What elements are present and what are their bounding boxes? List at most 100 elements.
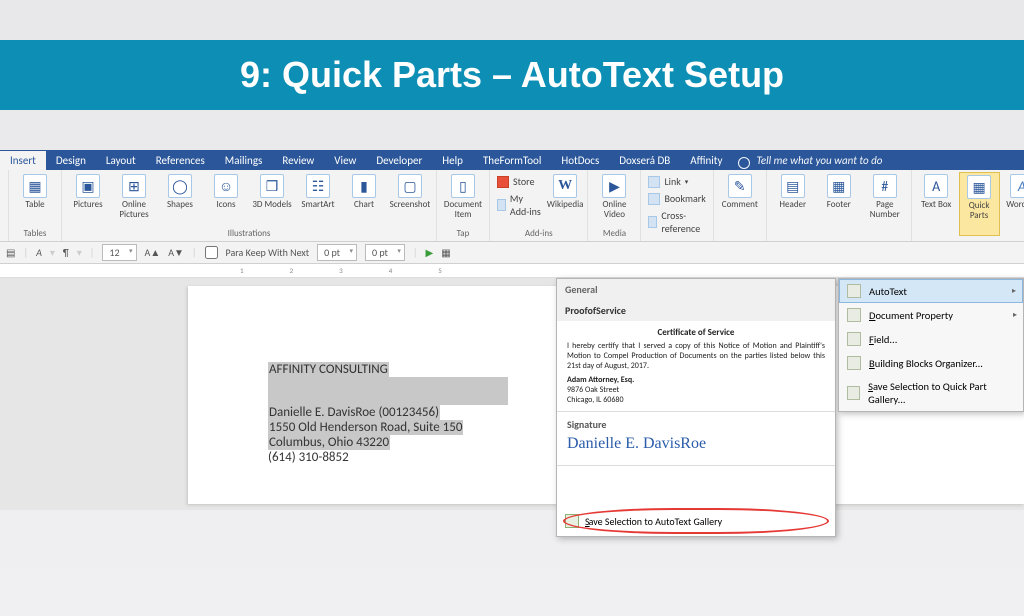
- play-icon[interactable]: ▶: [426, 246, 434, 259]
- gallery-preview-signature[interactable]: Signature Danielle E. DavisRoe: [557, 412, 835, 466]
- shapes-button[interactable]: ◯Shapes: [158, 172, 202, 228]
- font-up-icon[interactable]: A▲: [145, 246, 161, 259]
- tab-view[interactable]: View: [324, 151, 366, 170]
- smartart-button[interactable]: ☷SmartArt: [296, 172, 340, 228]
- bookmark-icon: [648, 193, 660, 205]
- tab-references[interactable]: References: [146, 151, 215, 170]
- shapes-icon: ◯: [168, 174, 192, 198]
- chart-button[interactable]: ▮Chart: [342, 172, 386, 228]
- online-pictures-icon: ⊞: [122, 174, 146, 198]
- crossref-icon: [648, 216, 657, 228]
- group-label-addins: Add-ins: [494, 228, 583, 241]
- header-button[interactable]: ▤Header: [771, 172, 815, 228]
- comment-icon: ✎: [728, 174, 752, 198]
- cos-title: Certificate of Service: [567, 327, 825, 338]
- tab-doxsera[interactable]: Doxserá DB: [609, 151, 680, 170]
- saveqp-icon: [847, 386, 860, 400]
- qat-icon[interactable]: ▤: [6, 246, 15, 259]
- crossref-button[interactable]: Cross-reference: [645, 208, 708, 236]
- tab-affinity[interactable]: Affinity: [680, 151, 732, 170]
- link-button[interactable]: Link ▾: [645, 174, 708, 189]
- autotext-icon: [847, 284, 861, 298]
- ribbon-body: ▦Table Tables ▣Pictures ⊞Online Pictures…: [0, 170, 1024, 242]
- bbo-icon: [847, 356, 861, 370]
- footer-button[interactable]: ▦Footer: [817, 172, 861, 228]
- doc-line-5: (614) 310-8852: [268, 450, 349, 465]
- field-icon: [847, 332, 861, 346]
- document-item-button[interactable]: ▯Document Item: [441, 172, 485, 228]
- menu-document-property[interactable]: Document Property▸: [839, 303, 1023, 327]
- tab-layout[interactable]: Layout: [96, 151, 146, 170]
- font-dn-icon[interactable]: A▼: [168, 246, 184, 259]
- quickparts-submenu: AutoText▸ Document Property▸ Field... Bu…: [838, 278, 1024, 412]
- pagenum-icon: #: [873, 174, 897, 198]
- wikipedia-button[interactable]: WWikipedia: [547, 172, 584, 228]
- tab-insert[interactable]: Insert: [0, 151, 46, 170]
- menu-field[interactable]: Field...: [839, 327, 1023, 351]
- comment-button[interactable]: ✎Comment: [718, 172, 762, 228]
- group-label-links: [645, 236, 708, 249]
- group-label-tables: Tables: [13, 228, 57, 241]
- save-to-autotext-gallery[interactable]: Save Selection to AutoText Gallery: [557, 506, 835, 536]
- misc-icon[interactable]: ▦: [441, 246, 450, 259]
- icons-button[interactable]: ☺Icons: [204, 172, 248, 228]
- online-video-button[interactable]: ▶Online Video: [592, 172, 636, 228]
- menu-building-blocks[interactable]: Building Blocks Organizer...: [839, 351, 1023, 375]
- tab-help[interactable]: Help: [432, 151, 473, 170]
- cos-atty3: Chicago, IL 60680: [567, 395, 825, 405]
- 3d-models-button[interactable]: ❒3D Models: [250, 172, 294, 228]
- pictures-button[interactable]: ▣Pictures: [66, 172, 110, 228]
- doc-line-4: Columbus, Ohio 43220: [268, 435, 390, 450]
- tell-me-search[interactable]: Tell me what you want to do: [732, 154, 1024, 167]
- word-screenshot: Insert Design Layout References Mailings…: [0, 150, 1024, 510]
- quick-parts-button[interactable]: ▦Quick Parts: [959, 172, 1000, 236]
- save-autotext-label: ave Selection to AutoText Gallery: [589, 515, 723, 528]
- menu-autotext[interactable]: AutoText▸: [839, 279, 1023, 303]
- store-icon: [497, 176, 509, 188]
- doc-line-3: 1550 Old Henderson Road, Suite 150: [268, 420, 463, 435]
- group-label-media: Media: [592, 228, 636, 241]
- addins-icon: [497, 199, 506, 211]
- table-button[interactable]: ▦Table: [13, 172, 57, 228]
- ribbon-tabs: Insert Design Layout References Mailings…: [0, 150, 1024, 170]
- pictures-icon: ▣: [76, 174, 100, 198]
- screenshot-button[interactable]: ▢Screenshot: [388, 172, 432, 228]
- tab-theformtool[interactable]: TheFormTool: [473, 151, 551, 170]
- cos-atty2: 9876 Oak Street: [567, 385, 825, 395]
- signature-label: Signature: [567, 418, 825, 431]
- group-label-hf: [771, 228, 907, 241]
- font-size-spinner[interactable]: 12: [102, 244, 136, 261]
- italic-icon[interactable]: A: [36, 246, 42, 259]
- my-addins-button[interactable]: My Add-ins: [494, 191, 545, 219]
- tab-design[interactable]: Design: [46, 151, 96, 170]
- gallery-header-proof[interactable]: ProofofService: [557, 300, 835, 321]
- icons-icon: ☺: [214, 174, 238, 198]
- docprop-icon: [847, 308, 861, 322]
- gallery-header-general: General: [557, 279, 835, 300]
- online-pictures-button[interactable]: ⊞Online Pictures: [112, 172, 156, 228]
- wordart-button[interactable]: AWordArt: [1002, 172, 1024, 236]
- pt2-spinner[interactable]: 0 pt: [365, 244, 405, 261]
- pilcrow-icon[interactable]: ¶: [63, 246, 69, 259]
- signature-image: Danielle E. DavisRoe: [567, 435, 825, 453]
- menu-save-selection[interactable]: Save Selection to Quick Part Gallery...: [839, 375, 1023, 411]
- cos-body: I hereby certify that I served a copy of…: [567, 341, 825, 371]
- cos-atty1: Adam Attorney, Esq.: [567, 375, 825, 385]
- tab-hotdocs[interactable]: HotDocs: [551, 151, 609, 170]
- text-box-button[interactable]: AText Box: [916, 172, 957, 236]
- ruler: 12345: [0, 264, 1024, 278]
- para-keep-checkbox[interactable]: [205, 246, 218, 259]
- bookmark-button[interactable]: Bookmark: [645, 191, 708, 206]
- gallery-preview-cos[interactable]: Certificate of Service I hereby certify …: [557, 321, 835, 412]
- store-button[interactable]: Store: [494, 174, 545, 189]
- page-number-button[interactable]: #Page Number: [863, 172, 907, 228]
- tab-mailings[interactable]: Mailings: [215, 151, 273, 170]
- tab-review[interactable]: Review: [272, 151, 324, 170]
- group-label-text: [916, 236, 1024, 249]
- textbox-icon: A: [924, 174, 948, 198]
- pt1-spinner[interactable]: 0 pt: [317, 244, 357, 261]
- tab-developer[interactable]: Developer: [366, 151, 432, 170]
- para-keep-label: Para Keep With Next: [226, 246, 310, 259]
- table-icon: ▦: [23, 174, 47, 198]
- document-icon: ▯: [451, 174, 475, 198]
